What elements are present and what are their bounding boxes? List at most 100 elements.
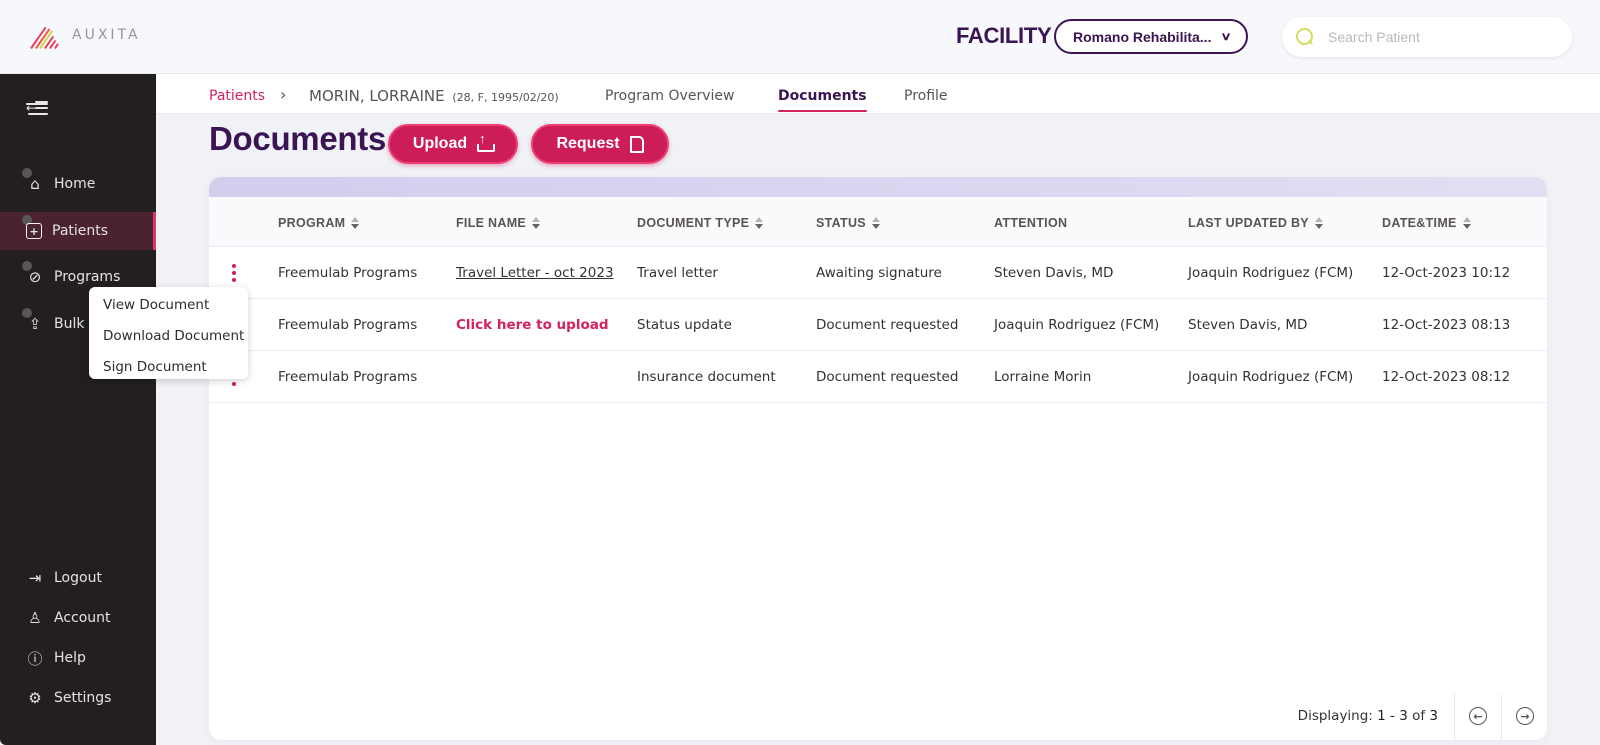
sort-icon bbox=[532, 217, 541, 229]
cell-last-updated-by: Joaquin Rodriguez (FCM) bbox=[1188, 369, 1354, 385]
sort-icon bbox=[755, 217, 764, 229]
settings-icon: ⚙ bbox=[28, 689, 42, 707]
sidebar-item-label: Account bbox=[54, 610, 111, 626]
cell-attention: Steven Davis, MD bbox=[994, 265, 1114, 281]
upload-button[interactable]: Upload bbox=[388, 124, 518, 164]
logout-icon: ⇥ bbox=[28, 569, 42, 587]
request-button[interactable]: Request bbox=[531, 124, 669, 164]
sidebar-item-help[interactable]: ⓘ Help bbox=[0, 643, 156, 673]
sidebar-item-label: Home bbox=[54, 176, 96, 192]
logo-mark-icon bbox=[26, 22, 62, 50]
chevron-right-icon: › bbox=[280, 85, 287, 104]
table-header: PROGRAM FILE NAME DOCUMENT TYPE STATUS A… bbox=[209, 197, 1547, 247]
cell-status: Document requested bbox=[816, 317, 959, 333]
row-actions-icon[interactable] bbox=[231, 264, 237, 282]
sidebar-item-label: Settings bbox=[54, 690, 112, 706]
table-row: Freemulab Programs Click here to upload … bbox=[209, 299, 1547, 351]
column-header-last-updated-by[interactable]: LAST UPDATED BY bbox=[1188, 216, 1323, 230]
account-icon: ♙ bbox=[28, 609, 42, 627]
cell-document-type: Travel letter bbox=[637, 265, 718, 281]
breadcrumb-patients[interactable]: Patients bbox=[209, 88, 265, 104]
column-header-label: LAST UPDATED BY bbox=[1188, 216, 1309, 230]
menu-item-view-document[interactable]: View Document bbox=[89, 290, 248, 321]
cell-program: Freemulab Programs bbox=[278, 317, 418, 333]
document-icon bbox=[629, 135, 644, 153]
cell-program: Freemulab Programs bbox=[278, 265, 418, 281]
sidebar-item-account[interactable]: ♙ Account bbox=[0, 603, 156, 633]
next-page-icon[interactable]: → bbox=[1516, 707, 1534, 725]
patient-search[interactable] bbox=[1282, 17, 1572, 57]
sort-icon bbox=[351, 217, 360, 229]
chevron-down-icon: ∨ bbox=[1220, 31, 1232, 43]
menu-item-download-document[interactable]: Download Document bbox=[89, 321, 248, 352]
sort-icon bbox=[1462, 217, 1471, 229]
search-icon bbox=[1296, 28, 1314, 46]
facility-selected-value: Romano Rehabilita... bbox=[1073, 28, 1212, 45]
patient-name: MORIN, LORRAINE bbox=[309, 87, 445, 105]
patient-meta: (28, F, 1995/02/20) bbox=[452, 91, 559, 104]
column-header-label: ATTENTION bbox=[994, 216, 1068, 230]
click-to-upload-link[interactable]: Click here to upload bbox=[456, 317, 609, 333]
cell-status: Awaiting signature bbox=[816, 265, 942, 281]
table-row: Freemulab Programs Insurance document Do… bbox=[209, 351, 1547, 403]
column-header-program[interactable]: PROGRAM bbox=[278, 216, 360, 230]
menu-item-sign-document[interactable]: Sign Document bbox=[89, 352, 248, 383]
patients-icon: + bbox=[26, 223, 42, 239]
sidebar-item-label: Patients bbox=[52, 223, 109, 239]
cell-datetime: 12-Oct-2023 08:13 bbox=[1382, 317, 1511, 333]
column-header-document-type[interactable]: DOCUMENT TYPE bbox=[637, 216, 764, 230]
facility-label: FACILITY bbox=[956, 23, 1052, 48]
column-header-attention: ATTENTION bbox=[994, 216, 1067, 230]
cell-status: Document requested bbox=[816, 369, 959, 385]
sidebar: ← ⌂ Home + Patients ⊘ Programs ⇪ Bulk A … bbox=[0, 74, 156, 745]
sidebar-item-settings[interactable]: ⚙ Settings bbox=[0, 683, 156, 713]
sort-icon bbox=[871, 217, 880, 229]
cell-last-updated-by: Joaquin Rodriguez (FCM) bbox=[1188, 265, 1354, 281]
sidebar-item-home[interactable]: ⌂ Home bbox=[0, 165, 156, 203]
column-header-label: FILE NAME bbox=[456, 216, 527, 230]
cell-datetime: 12-Oct-2023 08:12 bbox=[1382, 369, 1511, 385]
row-context-menu: View Document Download Document Sign Doc… bbox=[89, 287, 248, 379]
sidebar-item-label: Logout bbox=[54, 570, 102, 586]
sidebar-item-patients[interactable]: + Patients bbox=[0, 212, 156, 250]
pagination-of: of bbox=[1412, 708, 1426, 724]
brand-name: AUXITA bbox=[72, 27, 141, 43]
column-header-label: DOCUMENT TYPE bbox=[637, 216, 750, 230]
previous-page-icon[interactable]: ← bbox=[1469, 707, 1487, 725]
sort-icon bbox=[1314, 217, 1323, 229]
facility-select[interactable]: Romano Rehabilita... ∨ bbox=[1054, 19, 1248, 54]
tab-profile[interactable]: Profile bbox=[904, 88, 948, 104]
breadcrumb-patient: MORIN, LORRAINE (28, F, 1995/02/20) bbox=[309, 87, 559, 105]
column-header-label: DATE&TIME bbox=[1382, 216, 1457, 230]
search-input[interactable] bbox=[1328, 29, 1548, 45]
table-header-band bbox=[209, 177, 1547, 197]
upload-icon bbox=[477, 131, 496, 152]
sidebar-item-logout[interactable]: ⇥ Logout bbox=[0, 563, 156, 593]
help-icon: ⓘ bbox=[27, 649, 43, 668]
pagination-total: 3 bbox=[1429, 708, 1438, 724]
request-button-label: Request bbox=[556, 135, 620, 152]
sidebar-item-label: Help bbox=[54, 650, 86, 666]
pagination-summary: Displaying: 1 - 3 of 3 bbox=[1298, 708, 1438, 724]
programs-icon: ⊘ bbox=[28, 268, 42, 286]
cell-document-type: Insurance document bbox=[637, 369, 776, 385]
cell-program: Freemulab Programs bbox=[278, 369, 418, 385]
page-title: Documents bbox=[209, 120, 386, 157]
cell-last-updated-by: Steven Davis, MD bbox=[1188, 317, 1308, 333]
column-header-label: STATUS bbox=[816, 216, 866, 230]
tab-documents[interactable]: Documents bbox=[778, 88, 867, 112]
file-name-link[interactable]: Travel Letter - oct 2023 bbox=[456, 265, 614, 281]
home-icon: ⌂ bbox=[30, 175, 40, 193]
cell-datetime: 12-Oct-2023 10:12 bbox=[1382, 265, 1511, 281]
column-header-datetime[interactable]: DATE&TIME bbox=[1382, 216, 1471, 230]
table-row: Freemulab Programs Travel Letter - oct 2… bbox=[209, 247, 1547, 299]
tab-program-overview[interactable]: Program Overview bbox=[605, 88, 734, 104]
pager-divider bbox=[1454, 694, 1455, 740]
top-header: AUXITA FACILITY Romano Rehabilita... ∨ bbox=[0, 0, 1600, 74]
collapse-sidebar-icon[interactable]: ← bbox=[26, 100, 48, 116]
column-header-file-name[interactable]: FILE NAME bbox=[456, 216, 541, 230]
upload-button-label: Upload bbox=[412, 135, 468, 152]
pagination-range: 1 - 3 bbox=[1377, 708, 1408, 724]
patient-subnav: Patients › MORIN, LORRAINE (28, F, 1995/… bbox=[156, 74, 1600, 114]
column-header-status[interactable]: STATUS bbox=[816, 216, 880, 230]
